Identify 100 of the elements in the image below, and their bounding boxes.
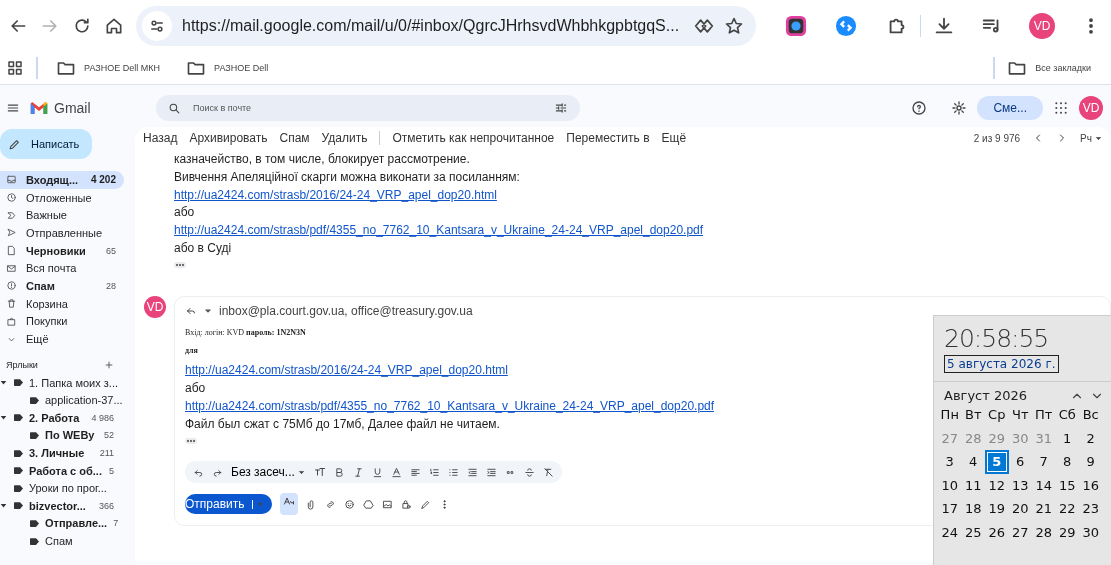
account-avatar[interactable]: VD <box>1079 96 1103 120</box>
calendar-day[interactable]: 3 <box>938 450 962 474</box>
calendar-day[interactable]: 9 <box>1079 450 1103 474</box>
calendar-day[interactable]: 8 <box>1055 450 1079 474</box>
align-icon[interactable] <box>409 466 421 478</box>
toolbar-action[interactable]: Архивировать <box>189 131 268 145</box>
toolbar-action[interactable]: Ещё <box>661 131 687 145</box>
calendar-day[interactable]: 24 <box>938 520 962 544</box>
toolbar-action[interactable]: Отметить как непрочитанное <box>392 131 555 145</box>
calendar-day[interactable]: 14 <box>1032 473 1056 497</box>
calendar-day[interactable]: 18 <box>961 497 985 521</box>
calendar-day[interactable]: 15 <box>1055 473 1079 497</box>
label-item[interactable]: Работа с об... 5 <box>0 461 124 480</box>
label-item[interactable]: 3. Личные 211 <box>0 444 124 462</box>
calendar-day[interactable]: 10 <box>938 473 962 497</box>
text-color-icon[interactable] <box>390 466 402 478</box>
link[interactable]: http://ua2424.com/strasb/2016/24-24_VRP_apel_dop20.html <box>185 363 508 378</box>
calendar-day[interactable]: 25 <box>961 520 985 544</box>
folder-item[interactable]: Покупки <box>0 312 124 331</box>
calendar-day[interactable]: 16 <box>1079 473 1103 497</box>
link[interactable]: http://ua2424.com/strasb/pdf/4355_no_7762_10_Kantsara_v_Ukraine_24-24_VRP_apel_dop20.pdf <box>174 223 704 238</box>
search-bar[interactable]: Поиск в почте <box>156 95 580 121</box>
address-bar[interactable]: https://mail.google.com/mail/u/0/#inbox/QgrcJHrhsvdWhbhkgpbtgqS... <box>136 6 756 46</box>
compose-button[interactable]: Написать <box>0 129 92 159</box>
calendar-day[interactable]: 5 <box>985 450 1009 474</box>
calendar-day[interactable]: 27 <box>1008 520 1032 544</box>
calendar-day[interactable]: 23 <box>1079 497 1103 521</box>
caret-down-icon[interactable] <box>0 379 7 387</box>
folder-item[interactable]: Отложенные <box>0 188 124 207</box>
settings-icon[interactable] <box>951 100 968 116</box>
camera-extension-icon[interactable] <box>784 15 807 37</box>
bookmark-folder[interactable]: РАЗНОЕ Dell <box>186 58 269 78</box>
profile-avatar[interactable]: VD <box>1029 13 1056 39</box>
toolbar-action[interactable]: Переместить в <box>566 131 650 145</box>
calendar-day[interactable]: 20 <box>1008 497 1032 521</box>
toolbar-action[interactable]: Спам <box>279 131 310 145</box>
show-trimmed-button[interactable] <box>185 437 197 444</box>
link[interactable]: http://ua2424.com/strasb/2016/24-24_VRP_apel_dop20.html <box>174 187 497 202</box>
diamond-icon[interactable] <box>694 16 714 36</box>
calendar-day[interactable]: 17 <box>938 497 962 521</box>
font-select[interactable]: Без засеч... <box>231 465 306 480</box>
label-item[interactable]: По WEBy 52 <box>0 426 124 445</box>
caret-down-icon[interactable] <box>0 502 7 510</box>
all-bookmarks[interactable]: Все закладки <box>1007 58 1091 78</box>
folder-item[interactable]: Вся почта <box>0 259 124 278</box>
folder-item[interactable]: Входящ... 4 202 <box>0 171 124 189</box>
label-item[interactable]: application-37... <box>0 391 124 410</box>
toolbar-action[interactable]: Назад <box>143 131 178 145</box>
menu-icon[interactable] <box>6 101 20 115</box>
formatting-icon[interactable] <box>282 495 295 508</box>
label-item[interactable]: 1. Папка моих з... <box>0 373 124 392</box>
folder-item[interactable]: Корзина <box>0 294 124 313</box>
folder-item[interactable]: Черновики 65 <box>0 241 124 260</box>
folder-item[interactable]: Важные <box>0 206 124 225</box>
label-item[interactable]: 2. Работа 4 986 <box>0 409 124 427</box>
calendar-day[interactable]: 30 <box>1079 520 1103 544</box>
folder-item[interactable]: Спам 28 <box>0 277 124 295</box>
link[interactable]: http://ua2424.com/strasb/pdf/4355_no_7762_10_Kantsara_v_Ukraine_24-24_VRP_apel_dop20.pdf <box>185 398 715 413</box>
label-item[interactable]: Спам <box>0 532 124 550</box>
apps-icon[interactable] <box>1053 100 1069 116</box>
underline-icon[interactable] <box>371 466 383 478</box>
status-button[interactable]: Сме... <box>977 96 1043 120</box>
calendar-day[interactable]: 4 <box>961 450 985 474</box>
pen-icon[interactable] <box>419 498 431 510</box>
label-item[interactable]: Отправле... 7 <box>0 514 124 533</box>
calendar-day[interactable]: 2 <box>1079 426 1103 450</box>
calendar-day[interactable]: 19 <box>985 497 1009 521</box>
bookmark-folder[interactable]: РАЗНОЕ Dell МКН <box>56 58 160 78</box>
calendar-day[interactable]: 13 <box>1008 473 1032 497</box>
indent-more-icon[interactable] <box>485 466 497 478</box>
text-size-icon[interactable] <box>313 466 326 479</box>
caret-down-icon[interactable] <box>0 414 7 422</box>
calendar-day[interactable]: 26 <box>985 520 1009 544</box>
strikethrough-icon[interactable] <box>523 466 535 478</box>
site-settings-icon[interactable] <box>148 17 166 35</box>
star-icon[interactable] <box>724 16 744 36</box>
show-trimmed-button[interactable] <box>174 261 186 268</box>
filter-options-icon[interactable] <box>554 101 568 115</box>
input-tools[interactable]: Рч <box>1080 132 1103 144</box>
folder-item[interactable]: Ещё <box>0 330 124 348</box>
calendar-day[interactable]: 6 <box>1008 450 1032 474</box>
toolbar-action[interactable]: Удалить <box>321 131 368 145</box>
calendar-day[interactable]: 28 <box>1032 520 1056 544</box>
search-field[interactable]: Поиск в почте <box>191 102 544 114</box>
bulleted-list-icon[interactable] <box>447 466 459 478</box>
calendar-day[interactable]: 12 <box>985 473 1009 497</box>
link-icon[interactable] <box>324 498 336 510</box>
calendar-day[interactable]: 1 <box>1055 426 1079 450</box>
lock-clock-icon[interactable] <box>400 498 412 510</box>
emoji-icon[interactable] <box>343 498 355 510</box>
numbered-list-icon[interactable] <box>428 466 440 478</box>
paperclip-icon[interactable] <box>305 498 317 510</box>
send-button[interactable]: Отправить <box>185 494 272 515</box>
home-icon[interactable] <box>104 16 124 36</box>
indent-less-icon[interactable] <box>466 466 478 478</box>
image-icon[interactable] <box>381 498 393 510</box>
calendar-day[interactable]: 29 <box>1055 520 1079 544</box>
italic-icon[interactable] <box>352 466 364 478</box>
label-item[interactable]: Уроки по прог... <box>0 479 124 498</box>
calendar-day[interactable]: 21 <box>1032 497 1056 521</box>
